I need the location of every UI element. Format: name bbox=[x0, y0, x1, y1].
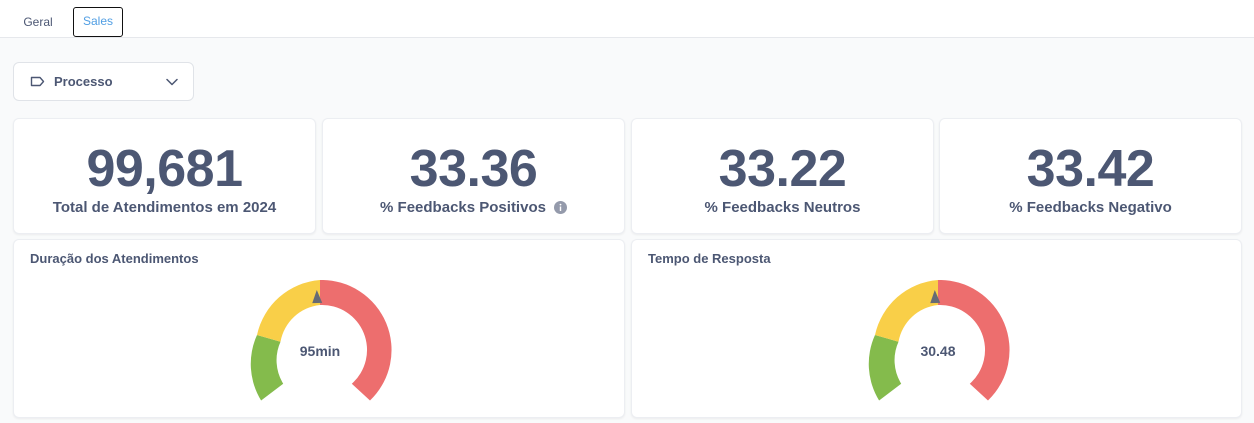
filter-label: Processo bbox=[54, 74, 113, 89]
gauge-segment-yellow bbox=[875, 280, 938, 342]
info-icon[interactable] bbox=[553, 201, 567, 214]
kpi-caption: % Feedbacks Positivos bbox=[323, 199, 624, 216]
gauge-title: Duração dos Atendimentos bbox=[30, 251, 199, 266]
gauge-chart: 95min bbox=[250, 280, 392, 401]
gauge-segment-green bbox=[250, 335, 284, 401]
kpi-caption: % Feedbacks Neutros bbox=[704, 199, 861, 216]
kpi-card-total-atendimentos: 99,681 Total de Atendimentos em 2024 bbox=[13, 118, 316, 234]
kpi-value: 33.22 bbox=[718, 140, 847, 198]
kpi-value: 33.42 bbox=[1026, 140, 1155, 198]
kpi-card-feedbacks-neutros: 33.22 % Feedbacks Neutros bbox=[631, 118, 934, 234]
tab-sales[interactable]: Sales bbox=[73, 7, 123, 37]
gauge-value: 30.48 bbox=[920, 343, 955, 359]
gauge-segment-yellow bbox=[257, 280, 320, 342]
tab-bar: Geral Sales bbox=[0, 0, 1254, 38]
gauge-value: 95min bbox=[300, 343, 340, 359]
gauge-segment-red bbox=[938, 280, 1010, 401]
chevron-down-icon bbox=[165, 75, 179, 89]
gauge-segment-green bbox=[868, 335, 902, 401]
gauge-card-tempo-resposta: Tempo de Resposta 30.48 bbox=[631, 239, 1242, 418]
tab-geral[interactable]: Geral bbox=[12, 7, 64, 37]
gauge-chart: 30.48 bbox=[868, 280, 1010, 401]
kpi-caption: % Feedbacks Negativo bbox=[1009, 199, 1172, 216]
gauge-segment-red bbox=[320, 280, 392, 401]
kpi-value: 33.36 bbox=[409, 140, 538, 198]
kpi-card-feedbacks-negativo: 33.42 % Feedbacks Negativo bbox=[939, 118, 1242, 234]
kpi-card-feedbacks-positivos: 33.36 % Feedbacks Positivos bbox=[322, 118, 625, 234]
gauge-card-duracao: Duração dos Atendimentos 95min bbox=[13, 239, 625, 418]
tag-icon bbox=[30, 76, 46, 88]
processo-filter-button[interactable]: Processo bbox=[13, 62, 194, 101]
kpi-caption: Total de Atendimentos em 2024 bbox=[52, 199, 277, 216]
gauge-title: Tempo de Resposta bbox=[648, 251, 771, 266]
kpi-value: 99,681 bbox=[86, 140, 243, 198]
